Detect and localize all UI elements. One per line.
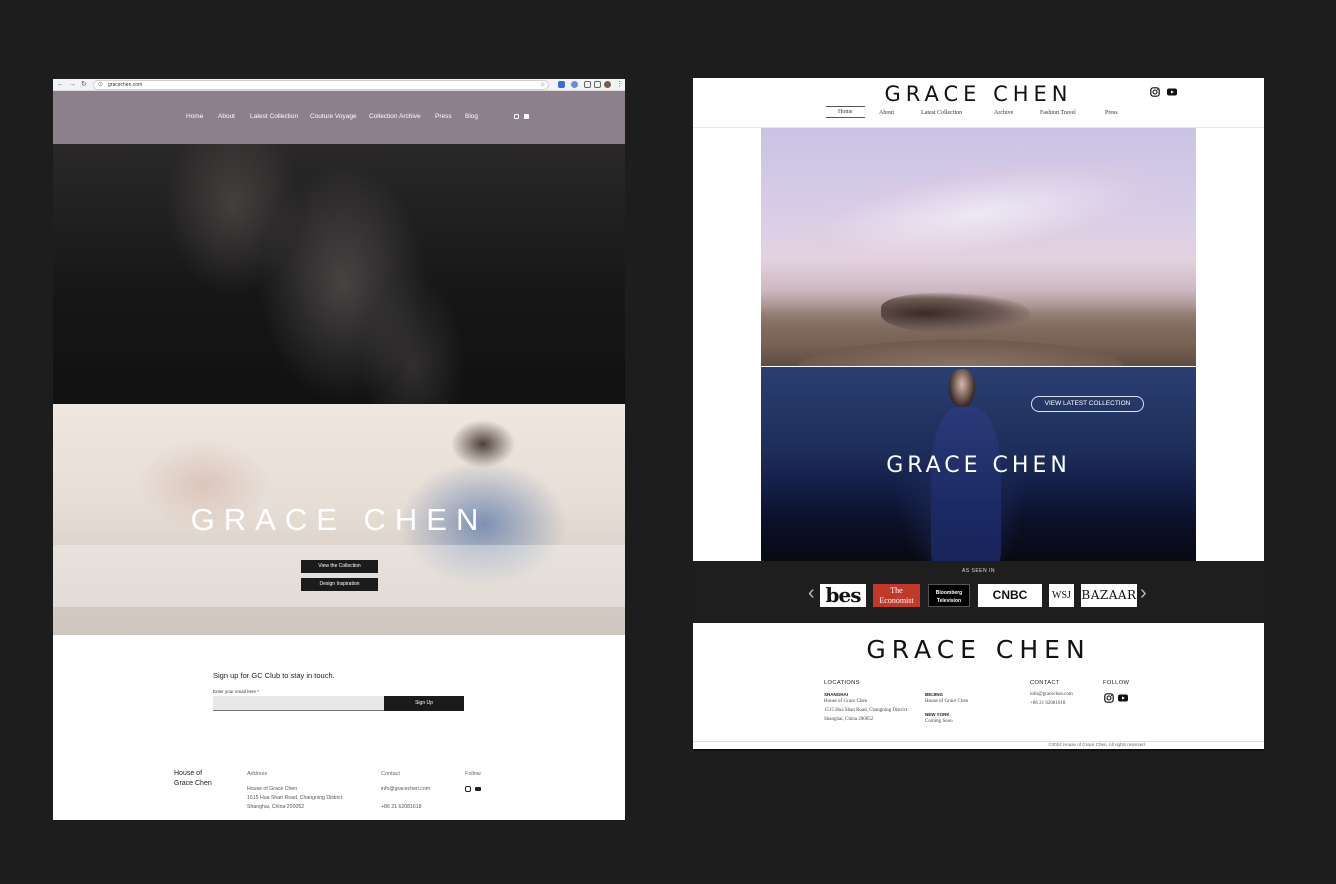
browser-toolbar: ← → ↻ ⊙ gracechen.com ☆ ⋮: [53, 79, 625, 91]
press-carousel: AS SEEN IN ‹ bes The Economist Bloomberg…: [693, 561, 1264, 623]
footer-newyork-label: NEW YORK: [925, 712, 950, 717]
instagram-icon[interactable]: [514, 114, 519, 119]
extensions-puzzle-icon[interactable]: [584, 81, 591, 88]
email-input[interactable]: [213, 696, 384, 711]
nav-home[interactable]: Home: [826, 106, 865, 118]
press-logo-economist[interactable]: The Economist: [873, 584, 920, 607]
hero-overlay-band: [53, 545, 625, 607]
footer-beijing-address: House of Grace Chen: [925, 699, 969, 704]
footer-address-line: House of Grace Chen: [824, 699, 868, 704]
view-latest-collection-button[interactable]: VIEW LATEST COLLECTION: [1031, 396, 1144, 412]
instagram-icon[interactable]: [1104, 693, 1114, 703]
nav-latest-collection[interactable]: Latest Collection: [250, 113, 298, 120]
press-heading: AS SEEN IN: [961, 568, 996, 574]
email-label: Enter your email here *: [213, 689, 260, 694]
press-logo-forbes[interactable]: bes: [820, 584, 866, 607]
site-info-icon[interactable]: ⊙: [98, 81, 103, 89]
footer-beijing-label: BEIJING: [925, 692, 944, 697]
instagram-icon[interactable]: [465, 786, 471, 792]
newsletter-section: Sign up for GC Club to stay in touch. En…: [53, 635, 625, 820]
footer-address-line: 1515 Hua Shan Road, Changning District: [824, 708, 908, 713]
carousel-prev-arrow-icon[interactable]: ‹: [808, 583, 815, 603]
footer-email-link[interactable]: info@gracechen.com: [1030, 691, 1073, 698]
youtube-icon[interactable]: [1118, 693, 1128, 703]
new-site-header: GRACE CHEN Home About Latest Collection …: [693, 78, 1264, 128]
footer-logo: GRACE CHEN: [866, 635, 1091, 664]
footer-address-line: 1515 Hua Shan Road, Changning District: [247, 795, 343, 801]
old-site-browser-window: ← → ↻ ⊙ gracechen.com ☆ ⋮ Home About Lat…: [53, 79, 625, 820]
nav-fashion-travel[interactable]: Fashion Travel: [1040, 110, 1076, 116]
extension-icon[interactable]: [558, 81, 565, 88]
youtube-icon[interactable]: [524, 114, 529, 119]
old-site-nav: Home About Latest Collection Couture Voy…: [53, 91, 625, 144]
address-bar-url: gracechen.com: [108, 82, 143, 88]
back-icon[interactable]: ←: [57, 80, 64, 90]
design-inspiration-button[interactable]: Design Inspiration: [301, 578, 378, 591]
newsletter-heading: Sign up for GC Club to stay in touch.: [213, 671, 335, 680]
youtube-icon[interactable]: [475, 787, 481, 791]
view-collection-button[interactable]: View the Collection: [301, 560, 378, 573]
footer-phone: +86 21 62081618: [1030, 701, 1066, 706]
copyright-text: ©2024 House of Grace Chen. All rights re…: [1048, 742, 1146, 747]
footer-shanghai-label: SHANGHAI: [824, 692, 849, 697]
nav-latest-collection[interactable]: Latest Collection: [921, 110, 962, 116]
footer-address-line: Shanghai, China 200052: [247, 804, 305, 810]
forward-icon[interactable]: →: [69, 80, 76, 90]
more-menu-icon[interactable]: ⋮: [616, 80, 623, 90]
footer-locations-heading: LOCATIONS: [824, 680, 860, 686]
press-logo-bloomberg[interactable]: Bloomberg Television: [928, 584, 970, 607]
new-site-footer: GRACE CHEN LOCATIONS SHANGHAI House of G…: [693, 623, 1264, 741]
footer-address-heading: Address: [247, 771, 268, 777]
hero-image-blue-gown: VIEW LATEST COLLECTION GRACE CHEN: [761, 367, 1196, 561]
footer-contact-heading: Contact: [381, 771, 400, 777]
press-logo-cnbc[interactable]: CNBC: [978, 584, 1042, 607]
nav-collection-archive[interactable]: Collection Archive: [369, 113, 421, 120]
nav-about[interactable]: About: [218, 113, 235, 120]
instagram-icon[interactable]: [1150, 87, 1160, 97]
footer-address-line: House of Grace Chen: [247, 786, 298, 792]
nav-archive[interactable]: Archive: [994, 110, 1013, 116]
press-logo-wsj[interactable]: WSJ: [1049, 584, 1074, 607]
nav-home[interactable]: Home: [186, 113, 203, 120]
footer-brand-line1: House of: [174, 770, 203, 777]
hero-title: GRACE CHEN: [190, 502, 488, 537]
footer-contact-heading: CONTACT: [1030, 680, 1060, 686]
nav-couture-voyage[interactable]: Couture Voyage: [310, 113, 357, 120]
reload-icon[interactable]: ↻: [81, 80, 87, 90]
nav-press[interactable]: Press: [435, 113, 452, 120]
press-logo-bazaar[interactable]: BAZAAR: [1081, 584, 1137, 607]
site-logo[interactable]: GRACE CHEN: [693, 82, 1264, 106]
new-site-page: GRACE CHEN Home About Latest Collection …: [693, 78, 1264, 751]
hero-video-dark: [53, 144, 625, 404]
side-panel-icon[interactable]: [594, 81, 601, 88]
footer-brand-line2: Grace Chen: [174, 780, 212, 787]
nav-press[interactable]: Press: [1105, 110, 1118, 116]
nav-blog[interactable]: Blog: [465, 113, 478, 120]
address-bar[interactable]: ⊙ gracechen.com: [93, 80, 549, 90]
nav-about[interactable]: About: [879, 110, 894, 116]
bottom-rule: [693, 749, 1264, 751]
hero-image-silk-rocks: [761, 128, 1196, 366]
footer-follow-heading: Follow: [465, 771, 481, 777]
footer-newyork-status: Coming Soon: [925, 719, 953, 724]
hero-image-model: GRACE CHEN View the Collection Design In…: [53, 404, 625, 635]
footer-follow-heading: FOLLOW: [1103, 680, 1130, 686]
footer-phone: +86 21 62081618: [381, 804, 422, 810]
youtube-icon[interactable]: [1167, 87, 1177, 97]
sign-up-button[interactable]: Sign Up: [384, 696, 464, 711]
bookmark-star-icon[interactable]: ☆: [540, 80, 545, 90]
hero-title: GRACE CHEN: [886, 453, 1071, 478]
extension-icon[interactable]: [571, 81, 578, 88]
footer-address-line: Shanghai, China 200052: [824, 717, 874, 722]
footer-email-link[interactable]: info@gracechen.com: [381, 785, 430, 794]
carousel-next-arrow-icon[interactable]: ›: [1140, 583, 1147, 603]
profile-avatar[interactable]: [604, 81, 611, 88]
